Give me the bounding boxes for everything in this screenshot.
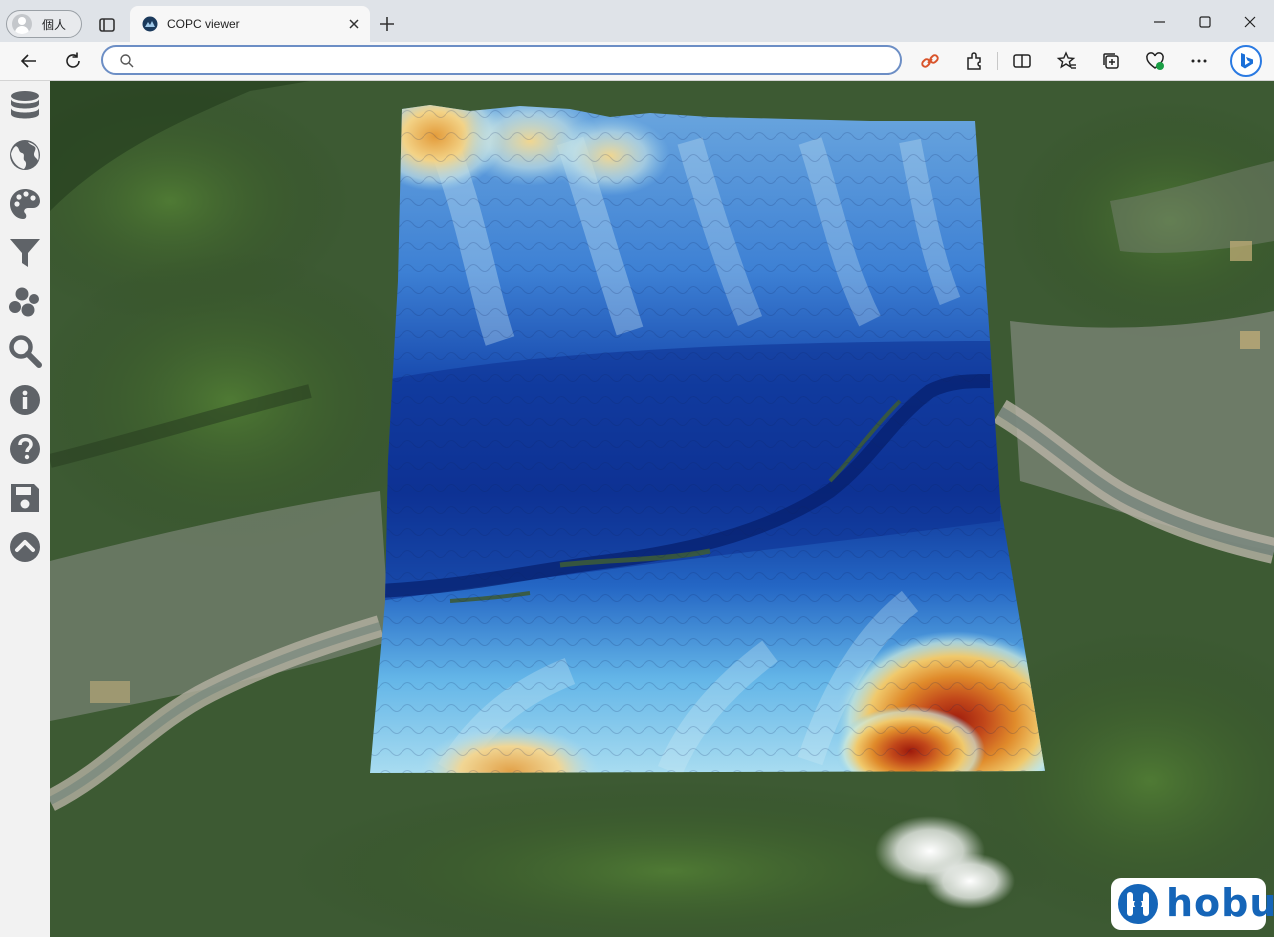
new-tab-icon[interactable] <box>377 14 397 34</box>
sidebar-item-filter[interactable] <box>8 236 42 270</box>
copilot-button[interactable] <box>1230 45 1262 77</box>
sidebar-item-globe[interactable] <box>8 138 42 172</box>
map-viewer[interactable]: hobu <box>50 81 1274 937</box>
favorites-icon[interactable] <box>1056 50 1078 72</box>
more-options-icon[interactable] <box>1188 50 1210 72</box>
browser-titlebar: 個人 COPC viewer <box>0 0 1274 42</box>
database-icon <box>11 91 39 119</box>
sidebar-item-points[interactable] <box>8 285 42 319</box>
split-screen-icon[interactable] <box>1011 50 1033 72</box>
search-icon <box>120 54 134 68</box>
minimize-icon[interactable] <box>1150 12 1170 32</box>
sidebar-item-save[interactable] <box>8 481 42 515</box>
search-icon <box>9 335 42 368</box>
profile-button[interactable]: 個人 <box>6 10 82 38</box>
hobu-mark-icon <box>1118 884 1158 924</box>
address-bar[interactable] <box>101 45 902 75</box>
sidebar-item-search[interactable] <box>8 334 42 368</box>
point-cloud-terrain <box>370 105 1045 773</box>
hobu-logo: hobu <box>1111 878 1274 930</box>
back-arrow-icon[interactable] <box>18 50 40 72</box>
sidebar-item-collapse[interactable] <box>8 530 42 564</box>
sidebar-item-style[interactable] <box>8 187 42 221</box>
tab-copc-viewer[interactable]: COPC viewer <box>130 6 370 42</box>
copc-favicon-icon <box>142 16 158 32</box>
info-icon <box>10 385 40 415</box>
sidebar-item-data[interactable] <box>8 89 42 123</box>
point-cloud-icon <box>9 287 39 317</box>
tab-title: COPC viewer <box>167 17 240 31</box>
link-icon[interactable] <box>919 50 941 72</box>
maximize-icon[interactable] <box>1195 12 1215 32</box>
help-icon <box>10 434 40 464</box>
filter-icon <box>10 239 40 267</box>
sidebar-item-help[interactable] <box>8 432 42 466</box>
refresh-icon[interactable] <box>62 50 84 72</box>
chevron-up-icon <box>10 532 40 562</box>
address-input[interactable] <box>143 50 887 72</box>
toolbar-divider <box>997 52 998 70</box>
hobu-wordmark: hobu <box>1166 881 1274 925</box>
close-tab-icon[interactable] <box>346 16 362 32</box>
palette-icon <box>10 189 40 219</box>
bing-icon <box>1241 53 1253 69</box>
sidebar-item-info[interactable] <box>8 383 42 417</box>
extensions-icon[interactable] <box>963 50 985 72</box>
avatar <box>12 14 32 34</box>
scene-canvas[interactable] <box>50 81 1274 937</box>
tab-actions-icon[interactable] <box>96 14 118 36</box>
globe-icon <box>10 140 40 170</box>
collections-icon[interactable] <box>1100 50 1122 72</box>
close-window-icon[interactable] <box>1240 12 1260 32</box>
profile-label: 個人 <box>42 18 67 32</box>
browser-toolbar <box>0 42 1274 81</box>
tool-sidebar <box>0 81 51 937</box>
browser-essentials-icon[interactable] <box>1144 50 1166 72</box>
save-icon <box>11 484 39 512</box>
